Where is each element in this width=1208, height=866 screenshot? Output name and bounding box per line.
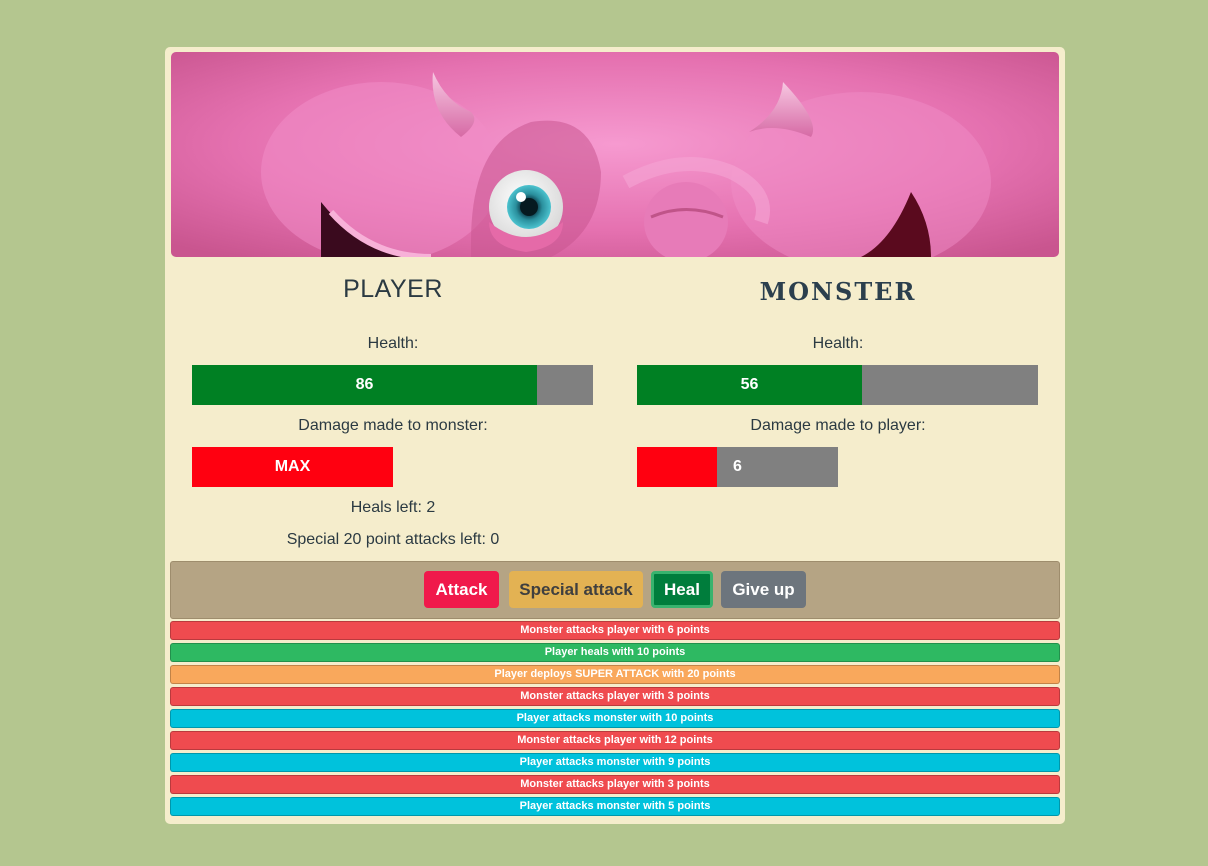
monster-health-label: Health: — [812, 335, 864, 352]
give-up-button[interactable]: Give up — [721, 571, 806, 608]
attack-button[interactable]: Attack — [424, 571, 499, 608]
heal-button[interactable]: Heal — [651, 571, 713, 608]
monster-damage-value: 6 — [733, 458, 742, 475]
player-health-bar: 86 — [192, 365, 593, 405]
monster-banner-image — [171, 52, 1059, 257]
special-attacks-left-text: Special 20 point attacks left: 0 — [286, 531, 500, 548]
log-entry: Player deploys SUPER ATTACK with 20 poin… — [170, 665, 1060, 684]
log-entry: Player attacks monster with 5 points — [170, 797, 1060, 816]
battle-log: Monster attacks player with 6 points Play… — [170, 621, 1060, 819]
action-controls: Attack Special attack Heal Give up — [170, 561, 1060, 619]
monster-damage-label: Damage made to player: — [750, 417, 926, 434]
game-panel: PLAYER Health: 86 Damage made to monster… — [165, 47, 1065, 824]
monster-damage-fill — [637, 447, 717, 487]
log-entry: Monster attacks player with 3 points — [170, 775, 1060, 794]
log-entry: Player attacks monster with 9 points — [170, 753, 1060, 772]
monster-damage-bar: 6 — [637, 447, 838, 487]
player-damage-value: MAX — [274, 458, 311, 475]
player-damage-label: Damage made to monster: — [298, 417, 488, 434]
log-entry: Player attacks monster with 10 points — [170, 709, 1060, 728]
log-entry: Player heals with 10 points — [170, 643, 1060, 662]
monster-title: MONSTER — [759, 277, 917, 306]
log-entry: Monster attacks player with 6 points — [170, 621, 1060, 640]
player-damage-bar: MAX — [192, 447, 393, 487]
monster-health-bar: 56 — [637, 365, 1038, 405]
log-entry: Monster attacks player with 12 points — [170, 731, 1060, 750]
special-attack-button[interactable]: Special attack — [509, 571, 643, 608]
log-entry: Monster attacks player with 3 points — [170, 687, 1060, 706]
player-title: PLAYER — [343, 275, 443, 303]
monster-health-value: 56 — [740, 376, 759, 393]
heals-left-text: Heals left: 2 — [350, 499, 436, 516]
player-health-label: Health: — [367, 335, 419, 352]
player-health-value: 86 — [355, 376, 374, 393]
